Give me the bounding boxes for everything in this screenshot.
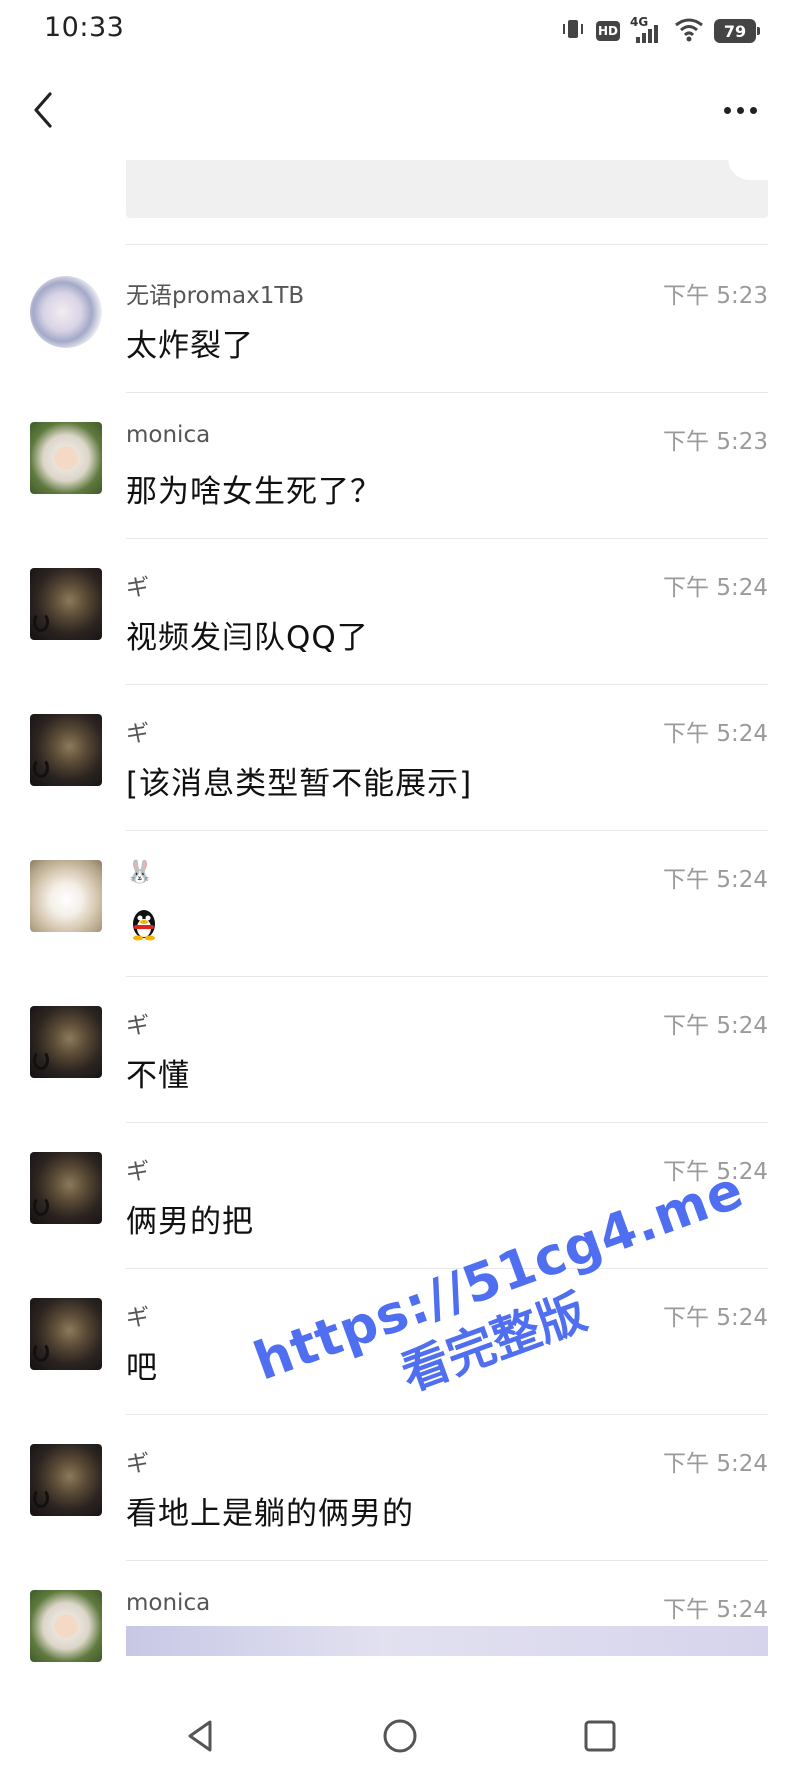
message-text: 视频发闫队QQ了	[126, 620, 369, 656]
sender-name: monica	[126, 422, 211, 448]
signal-icon: 4G	[630, 15, 664, 45]
battery-indicator: 79	[714, 19, 760, 43]
sender-name: ギ	[126, 1451, 149, 1477]
message-time: 下午 5:24	[663, 1305, 768, 1331]
more-options-button[interactable]	[710, 92, 770, 128]
sender-name: monica	[126, 1590, 211, 1616]
chevron-left-icon	[34, 92, 52, 128]
divider	[126, 976, 768, 977]
message-item[interactable]: ギ 下午 5:24 视频发闫队QQ了	[0, 540, 800, 688]
divider	[126, 538, 768, 539]
divider	[126, 1414, 768, 1415]
message-item[interactable]: monica 下午 5:23 那为啥女生死了？	[0, 394, 800, 542]
message-text: 不懂	[126, 1058, 190, 1094]
divider	[126, 830, 768, 831]
qq-penguin-icon[interactable]	[126, 906, 162, 942]
status-bar: 10:33 HD 4G 79	[0, 0, 800, 64]
divider	[126, 244, 768, 245]
wifi-icon	[674, 16, 704, 46]
message-text: 太炸裂了	[126, 328, 254, 364]
top-nav-bar	[0, 70, 800, 150]
vibrate-icon	[560, 16, 586, 46]
image-message-preview[interactable]	[126, 1626, 768, 1656]
message-time: 下午 5:24	[663, 867, 768, 893]
message-item[interactable]: monica 下午 5:24	[0, 1562, 800, 1690]
message-time: 下午 5:24	[663, 1013, 768, 1039]
system-nav-bar	[0, 1690, 800, 1784]
status-time: 10:33	[44, 12, 125, 43]
sender-name: ギ	[126, 721, 149, 747]
message-time: 下午 5:24	[663, 1451, 768, 1477]
avatar[interactable]	[30, 1006, 102, 1078]
back-button[interactable]	[24, 88, 64, 132]
previous-message-bubble[interactable]	[126, 158, 768, 218]
message-text: 吧	[126, 1350, 158, 1386]
message-text: [该消息类型暂不能展示]	[126, 766, 473, 802]
message-item[interactable]: ギ 下午 5:24 [该消息类型暂不能展示]	[0, 686, 800, 834]
avatar[interactable]	[30, 568, 102, 640]
avatar[interactable]	[30, 1152, 102, 1224]
status-icons: HD 4G 79	[560, 14, 760, 48]
more-dots-icon	[723, 106, 731, 114]
sender-name: ギ	[126, 575, 149, 601]
triangle-back-icon	[188, 1720, 212, 1752]
message-time: 下午 5:24	[663, 1597, 768, 1623]
message-item[interactable]: 🐰 下午 5:24	[0, 832, 800, 980]
avatar[interactable]	[30, 422, 102, 494]
circle-home-icon	[383, 1719, 417, 1753]
message-text: 那为啥女生死了？	[126, 474, 382, 510]
sender-name: ギ	[126, 1305, 149, 1331]
message-text: 看地上是躺的俩男的	[126, 1496, 414, 1532]
message-item[interactable]: ギ 下午 5:24 不懂	[0, 978, 800, 1126]
message-time: 下午 5:24	[663, 1159, 768, 1185]
message-item[interactable]: ギ 下午 5:24 看地上是躺的俩男的	[0, 1416, 800, 1564]
system-recents-button[interactable]	[578, 1714, 622, 1758]
divider	[126, 1560, 768, 1561]
message-item[interactable]: 无语promax1TB 下午 5:23 太炸裂了	[0, 248, 800, 396]
message-time: 下午 5:23	[663, 283, 768, 309]
message-text: 俩男的把	[126, 1204, 254, 1240]
divider	[126, 1122, 768, 1123]
divider	[126, 392, 768, 393]
system-home-button[interactable]	[378, 1714, 422, 1758]
avatar[interactable]	[30, 860, 102, 932]
divider	[126, 1268, 768, 1269]
avatar[interactable]	[30, 1298, 102, 1370]
avatar[interactable]	[30, 714, 102, 786]
sender-name: 无语promax1TB	[126, 283, 305, 309]
sender-name: ギ	[126, 1159, 149, 1185]
square-recents-icon	[584, 1720, 616, 1752]
message-item[interactable]: ギ 下午 5:24 吧	[0, 1270, 800, 1418]
divider	[126, 684, 768, 685]
avatar[interactable]	[30, 276, 102, 348]
avatar[interactable]	[30, 1590, 102, 1662]
sender-name: 🐰	[126, 860, 154, 885]
hd-badge: HD	[596, 21, 620, 41]
message-time: 下午 5:24	[663, 721, 768, 747]
more-dot	[749, 106, 757, 114]
message-time: 下午 5:23	[663, 429, 768, 455]
sender-name: ギ	[126, 1013, 149, 1039]
system-back-button[interactable]	[178, 1714, 222, 1758]
message-item[interactable]: ギ 下午 5:24 俩男的把	[0, 1124, 800, 1272]
message-time: 下午 5:24	[663, 575, 768, 601]
avatar[interactable]	[30, 1444, 102, 1516]
more-dot	[736, 106, 744, 114]
